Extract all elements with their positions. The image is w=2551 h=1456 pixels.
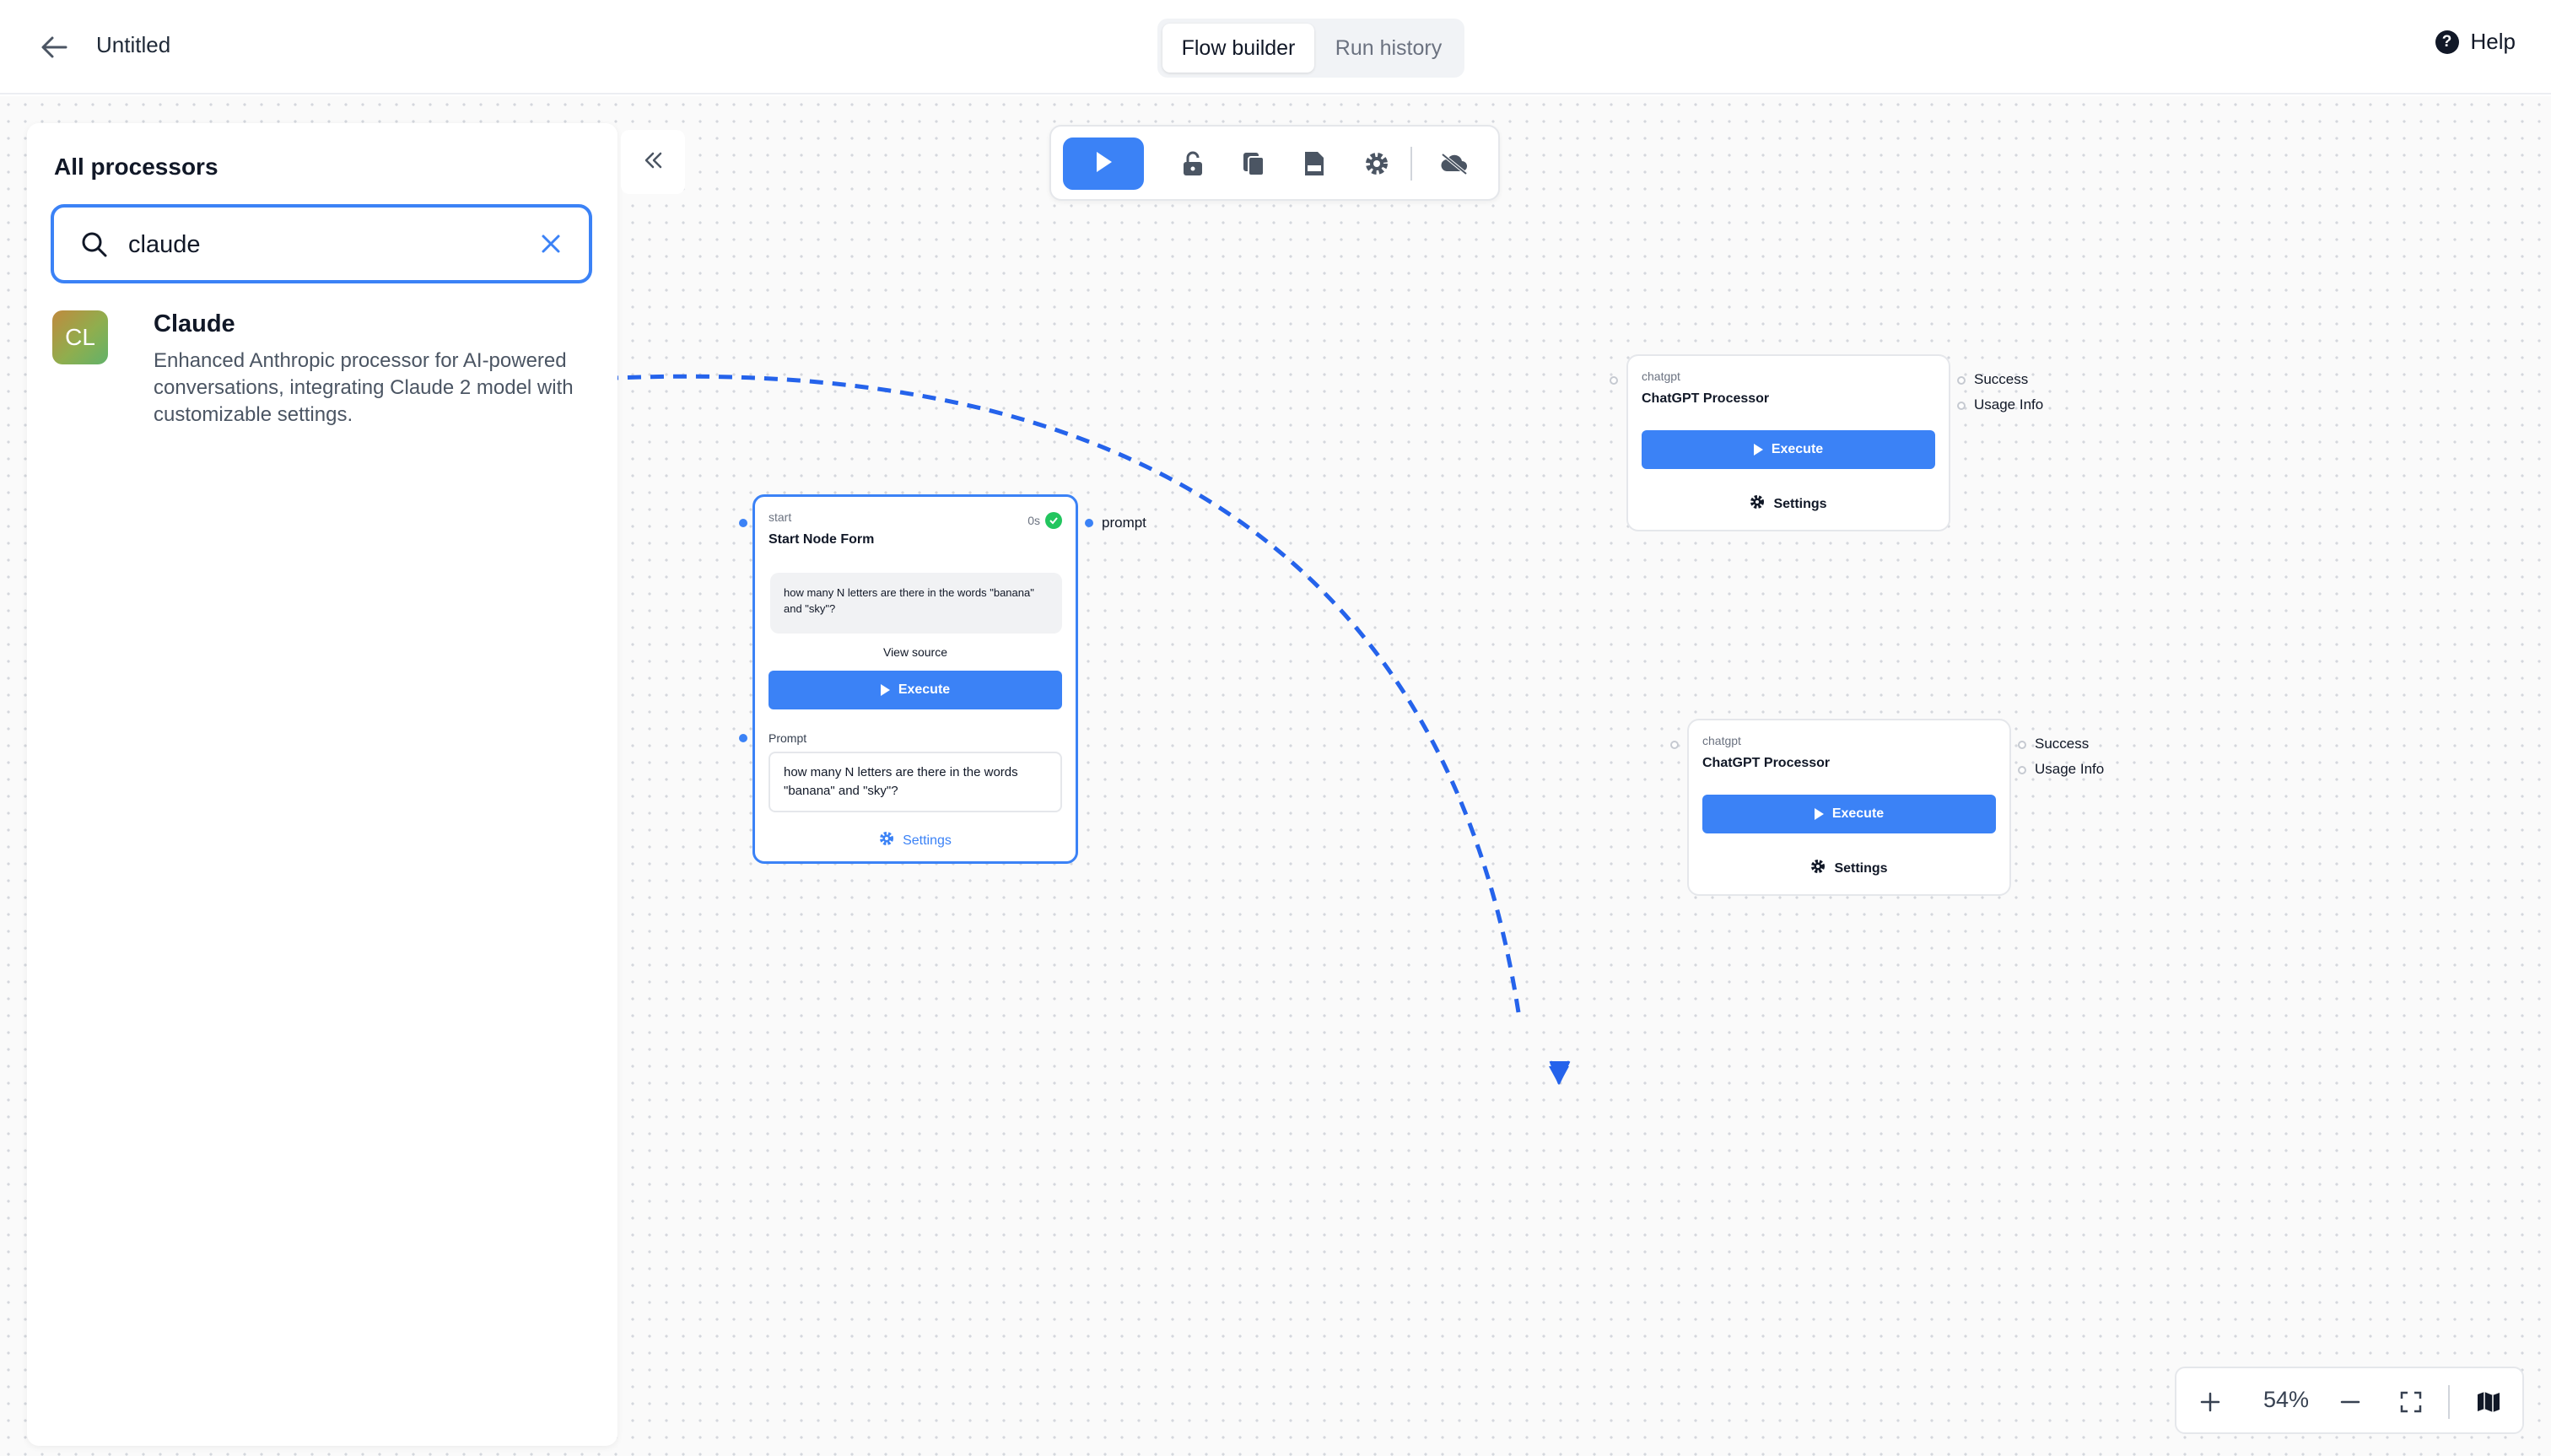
toolbar-divider [1410,147,1412,181]
gear-icon [879,831,894,850]
view-source-link[interactable]: View source [755,645,1076,659]
zoom-in-icon[interactable] [2192,1383,2229,1421]
node-title: Start Node Form [769,532,875,547]
cloud-off-icon[interactable] [1436,145,1473,182]
processor-avatar: CL [52,310,108,364]
log-file-icon[interactable] [1296,145,1333,182]
chatgpt-1-usage-handle[interactable] [1957,402,1966,410]
node-status: 0s [1027,512,1062,529]
prompt-field[interactable]: how many N letters are there in the word… [769,752,1062,812]
settings-label: Settings [1834,860,1888,876]
start-node-output-label: prompt [1102,515,1146,531]
check-circle-icon [1045,512,1062,529]
clear-search-icon[interactable] [538,231,564,256]
output-label-usage-info: Usage Info [2035,761,2105,777]
start-node[interactable]: start Start Node Form 0s how many N lett… [752,494,1078,864]
unlock-icon[interactable] [1174,145,1211,182]
play-icon [1753,444,1763,456]
node-settings-button[interactable]: Settings [1689,859,2009,878]
search-icon [79,229,110,260]
panel-title: All processors [54,154,218,180]
run-flow-button[interactable] [1063,138,1144,190]
execute-label: Execute [1771,442,1824,456]
chatgpt-2-usage-handle[interactable] [2018,766,2026,774]
start-node-input-handle[interactable] [739,519,747,527]
collapse-panel-button[interactable] [621,130,685,194]
processor-name: Claude [154,310,235,337]
settings-label: Settings [903,833,952,848]
zoom-divider [2448,1385,2450,1419]
play-icon [1092,149,1115,179]
gear-icon[interactable] [1358,145,1395,182]
play-icon [880,684,890,696]
start-message-preview: how many N letters are there in the word… [770,573,1062,634]
processors-panel: All processors CL Claude Enhanced Anthro… [27,123,618,1446]
copy-icon[interactable] [1235,145,1272,182]
fit-view-icon[interactable] [2392,1383,2430,1421]
double-chevron-left-icon [640,148,666,177]
zoom-controls: 54% [2175,1367,2524,1434]
processor-description: Enhanced Anthropic processor for AI-powe… [154,349,574,426]
processor-search-input[interactable] [128,224,516,265]
execute-button[interactable]: Execute [769,671,1062,709]
zoom-level: 54% [2262,1387,2310,1412]
settings-label: Settings [1773,496,1827,511]
node-type-label: start [769,510,792,524]
play-icon [1814,808,1824,820]
start-node-prompt-input-handle[interactable] [739,734,747,742]
chatgpt-2-success-handle[interactable] [2018,741,2026,749]
output-label-usage-info: Usage Info [1974,396,2044,413]
execute-button[interactable]: Execute [1702,795,1996,833]
execute-label: Execute [898,682,951,697]
node-title: ChatGPT Processor [1702,756,1831,770]
start-node-output-handle[interactable] [1085,519,1093,527]
gear-icon [1750,494,1765,514]
minimap-icon[interactable] [2470,1383,2507,1421]
prompt-field-label: Prompt [769,731,807,745]
node-type-label: chatgpt [1642,369,1680,383]
processor-search-box[interactable] [51,204,592,283]
node-type-label: chatgpt [1702,734,1741,747]
chatgpt-node-1[interactable]: chatgpt ChatGPT Processor Execute Settin… [1626,354,1950,531]
node-settings-button[interactable]: Settings [755,831,1076,850]
gear-icon [1810,859,1826,878]
node-title: ChatGPT Processor [1642,391,1770,406]
chatgpt-node-2[interactable]: chatgpt ChatGPT Processor Execute Settin… [1687,719,2011,896]
node-run-time: 0s [1027,514,1040,527]
canvas-toolbar [1049,125,1500,201]
chatgpt-1-input-handle[interactable] [1610,376,1618,385]
node-settings-button[interactable]: Settings [1628,494,1949,514]
zoom-out-icon[interactable] [2332,1383,2369,1421]
chatgpt-1-success-handle[interactable] [1957,376,1966,385]
output-label-success: Success [1974,371,2029,387]
execute-label: Execute [1831,806,1885,821]
chatgpt-2-input-handle[interactable] [1670,741,1679,749]
execute-button[interactable]: Execute [1642,430,1935,469]
output-label-success: Success [2035,736,2090,752]
